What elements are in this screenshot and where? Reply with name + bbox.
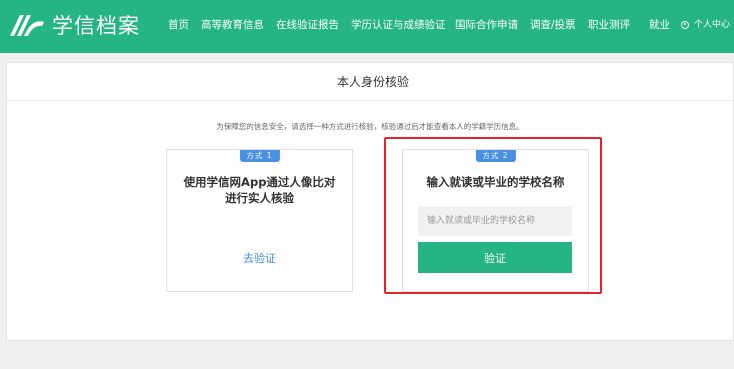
option2-heading: 输入就读或毕业的学校名称 bbox=[426, 175, 565, 189]
logo-icon[interactable] bbox=[8, 12, 46, 38]
nav-higher-education[interactable]: 高等教育信息 bbox=[201, 18, 264, 32]
nav-online-report[interactable]: 在线验证报告 bbox=[276, 18, 339, 32]
user-center-link[interactable]: 个人中心 bbox=[681, 18, 730, 32]
option1-badge: 方式 1 bbox=[239, 150, 280, 162]
school-name-input[interactable] bbox=[418, 206, 572, 236]
nav-career-test[interactable]: 职业测评 bbox=[588, 18, 630, 32]
security-note: 为保障您的信息安全，请选择一种方式进行核验，核验通过后才能查看本人的学籍学历信息… bbox=[216, 122, 524, 131]
option1-heading-line2: 进行实人核验 bbox=[225, 191, 294, 205]
option-card-school: 方式 2 输入就读或毕业的学校名称 验证 bbox=[402, 149, 589, 292]
verify-button[interactable]: 验证 bbox=[418, 242, 572, 273]
identity-verification-panel: 本人身份核验 为保障您的信息安全，请选择一种方式进行核验，核验通过后才能查看本人… bbox=[6, 62, 734, 341]
option-card-app: 方式 1 使用学信网App通过人像比对 进行实人核验 去验证 bbox=[166, 149, 353, 292]
nav-international[interactable]: 国际合作申请 bbox=[455, 18, 518, 32]
user-center-label: 个人中心 bbox=[694, 20, 731, 30]
page-title: 本人身份核验 bbox=[7, 63, 733, 101]
nav-employment[interactable]: 就业 bbox=[649, 18, 670, 32]
logo-text[interactable]: 学信档案 bbox=[52, 13, 140, 39]
header-bar: 学信档案 首页 高等教育信息 在线验证报告 学历认证与成绩验证 国际合作申请 调… bbox=[0, 0, 734, 53]
go-verify-link[interactable]: 去验证 bbox=[167, 250, 352, 266]
nav-certification[interactable]: 学历认证与成绩验证 bbox=[351, 18, 446, 32]
user-icon bbox=[681, 21, 689, 29]
option1-heading-line1: 使用学信网App通过人像比对 bbox=[183, 175, 336, 189]
nav-survey[interactable]: 调查/投票 bbox=[530, 18, 576, 32]
option1-heading: 使用学信网App通过人像比对 进行实人核验 bbox=[167, 174, 352, 206]
option2-badge: 方式 2 bbox=[475, 150, 516, 162]
nav-home[interactable]: 首页 bbox=[168, 18, 189, 32]
